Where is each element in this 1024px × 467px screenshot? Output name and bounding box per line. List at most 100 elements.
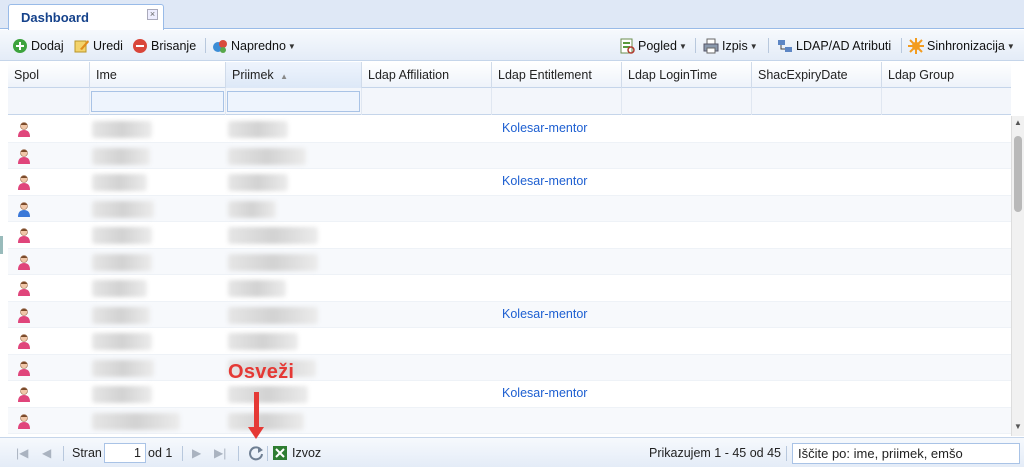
male-user-icon xyxy=(16,201,32,217)
sort-ascending-icon: ▲ xyxy=(280,72,289,81)
next-page-icon[interactable]: ▶ xyxy=(192,446,201,460)
female-user-icon xyxy=(16,148,32,164)
first-name-cell xyxy=(92,227,152,244)
column-header-expiry-date[interactable]: ShacExpiryDate xyxy=(752,62,882,88)
table-row[interactable]: Kolesar-mentor xyxy=(8,169,1011,196)
page-number-input[interactable]: 1 xyxy=(104,443,146,463)
female-user-icon xyxy=(16,280,32,296)
view-menu-button[interactable]: Pogled ▼ xyxy=(619,37,687,55)
grid-scrollbar[interactable]: ▲ ▼ xyxy=(1011,116,1024,436)
first-name-cell xyxy=(92,306,150,324)
export-button[interactable]: Izvoz xyxy=(272,445,321,461)
table-row[interactable] xyxy=(8,275,1011,302)
first-name-cell xyxy=(92,121,152,138)
entitlement-cell[interactable]: Kolesar-mentor xyxy=(502,386,587,400)
table-row[interactable] xyxy=(8,222,1011,249)
delete-icon xyxy=(132,38,148,54)
column-header-first-name[interactable]: Ime xyxy=(90,62,226,88)
female-user-icon xyxy=(16,333,32,349)
chevron-down-icon: ▼ xyxy=(678,41,687,51)
tab-dashboard[interactable]: Dashboard × xyxy=(8,4,164,30)
last-name-cell xyxy=(228,121,288,138)
refresh-button[interactable] xyxy=(248,445,264,461)
chevron-down-icon: ▼ xyxy=(1006,41,1015,51)
first-name-cell xyxy=(92,280,147,297)
last-name-cell xyxy=(228,174,288,191)
toolbar-separator xyxy=(901,38,902,53)
column-header-last-name[interactable]: Priimek ▲ xyxy=(226,62,362,88)
column-header-group[interactable]: Ldap Group xyxy=(882,62,1011,88)
scroll-up-icon[interactable]: ▲ xyxy=(1014,118,1022,127)
sync-label: Sinhronizacija xyxy=(927,39,1005,53)
entitlement-cell[interactable]: Kolesar-mentor xyxy=(502,174,587,188)
last-name-cell xyxy=(228,306,318,324)
sync-menu-button[interactable]: Sinhronizacija ▼ xyxy=(908,37,1015,55)
table-row[interactable] xyxy=(8,328,1011,355)
toolbar-separator xyxy=(695,38,696,53)
column-header-login-time[interactable]: Ldap LoginTime xyxy=(622,62,752,88)
advanced-label: Napredno xyxy=(231,39,286,53)
column-header-entitlement[interactable]: Ldap Entitlement xyxy=(492,62,622,88)
print-label: Izpis xyxy=(722,39,748,53)
toolbar: Dodaj Uredi Brisanje Napredno ▼ Pogled ▼… xyxy=(0,30,1024,61)
previous-page-icon[interactable]: ◀ xyxy=(42,446,51,460)
delete-button[interactable]: Brisanje xyxy=(132,37,196,55)
last-page-icon[interactable]: ▶| xyxy=(214,446,226,460)
female-user-icon xyxy=(16,413,32,429)
female-user-icon xyxy=(16,386,32,402)
first-name-filter-input[interactable] xyxy=(91,91,224,112)
chevron-down-icon: ▼ xyxy=(749,41,758,51)
ldap-attributes-button[interactable]: LDAP/AD Atributi xyxy=(777,37,891,55)
table-row[interactable] xyxy=(8,142,1011,169)
collapse-handle[interactable] xyxy=(0,236,3,254)
last-name-cell xyxy=(228,147,306,165)
last-name-cell xyxy=(228,333,298,350)
scrollbar-thumb[interactable] xyxy=(1014,136,1022,212)
tab-bar: Dashboard × xyxy=(0,0,1024,30)
delete-label: Brisanje xyxy=(151,39,197,53)
gears-icon xyxy=(212,38,228,54)
last-name-cell xyxy=(228,253,318,271)
advanced-menu-button[interactable]: Napredno ▼ xyxy=(212,37,296,55)
first-page-icon[interactable]: |◀ xyxy=(16,446,28,460)
first-name-cell xyxy=(92,359,154,377)
filter-row xyxy=(8,88,1011,115)
table-row[interactable]: Kolesar-mentor xyxy=(8,301,1011,328)
refresh-annotation: Osveži xyxy=(228,361,295,383)
view-icon xyxy=(619,38,635,54)
grid-header: Spol Ime Priimek ▲ Ldap Affiliation Ldap… xyxy=(8,62,1011,88)
first-name-cell xyxy=(92,200,154,218)
add-button[interactable]: Dodaj xyxy=(12,37,64,55)
table-row[interactable] xyxy=(8,248,1011,275)
annotation-arrow xyxy=(254,392,259,430)
edit-button[interactable]: Uredi xyxy=(74,37,123,55)
table-row[interactable] xyxy=(8,195,1011,222)
print-menu-button[interactable]: Izpis ▼ xyxy=(703,37,758,55)
close-icon[interactable]: × xyxy=(147,9,158,20)
network-icon xyxy=(777,38,793,54)
entitlement-cell[interactable]: Kolesar-mentor xyxy=(502,307,587,321)
table-row[interactable]: Kolesar-mentor xyxy=(8,381,1011,408)
toolbar-separator xyxy=(768,38,769,53)
paging-toolbar: |◀ ◀ Stran 1 od 1 ▶ ▶| Izvoz Prikazujem … xyxy=(0,437,1024,467)
annotation-arrow-head xyxy=(248,427,264,439)
table-row[interactable] xyxy=(8,407,1011,434)
table-row[interactable]: Kolesar-mentor xyxy=(8,116,1011,143)
view-label: Pogled xyxy=(638,39,677,53)
display-info: Prikazujem 1 - 45 od 45 xyxy=(649,446,782,460)
printer-icon xyxy=(703,38,719,54)
female-user-icon xyxy=(16,121,32,137)
ldap-attributes-label: LDAP/AD Atributi xyxy=(796,39,892,53)
sync-icon xyxy=(908,38,924,54)
entitlement-cell[interactable]: Kolesar-mentor xyxy=(502,121,587,135)
table-row[interactable] xyxy=(8,354,1011,381)
last-name-cell xyxy=(228,200,276,218)
column-header-affiliation[interactable]: Ldap Affiliation xyxy=(362,62,492,88)
search-input[interactable]: Iščite po: ime, priimek, emšo xyxy=(792,443,1020,464)
scroll-down-icon[interactable]: ▼ xyxy=(1014,422,1022,431)
female-user-icon xyxy=(16,307,32,323)
export-label: Izvoz xyxy=(292,446,322,460)
column-header-gender[interactable]: Spol xyxy=(8,62,90,88)
last-name-filter-input[interactable] xyxy=(227,91,360,112)
first-name-cell xyxy=(92,412,180,430)
